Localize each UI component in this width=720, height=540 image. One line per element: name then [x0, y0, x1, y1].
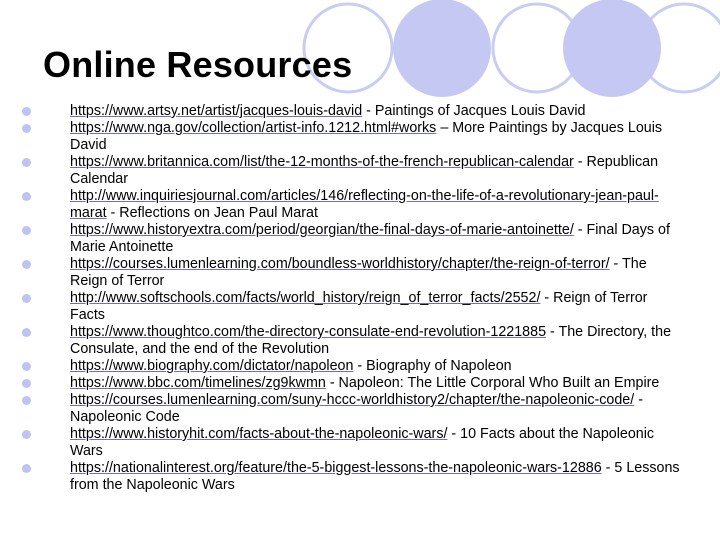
resource-link[interactable]: https://www.thoughtco.com/the-directory-… [70, 324, 546, 340]
resource-link[interactable]: https://www.historyextra.com/period/geor… [70, 222, 574, 238]
resource-link[interactable]: https://www.artsy.net/artist/jacques-lou… [70, 103, 362, 119]
resource-item: https://www.thoughtco.com/the-directory-… [22, 324, 682, 358]
resource-item: https://www.nga.gov/collection/artist-in… [22, 120, 682, 154]
resource-item: http://www.softschools.com/facts/world_h… [22, 290, 682, 324]
resource-link[interactable]: https://www.biography.com/dictator/napol… [70, 358, 353, 374]
resource-item: https://courses.lumenlearning.com/boundl… [22, 256, 682, 290]
resource-link[interactable]: https://courses.lumenlearning.com/boundl… [70, 256, 610, 272]
resource-item: https://nationalinterest.org/feature/the… [22, 460, 682, 494]
slide-title: Online Resources [43, 44, 353, 85]
resource-link[interactable]: https://courses.lumenlearning.com/suny-h… [70, 392, 634, 408]
bullet-icon [22, 294, 31, 303]
resource-item: https://www.historyextra.com/period/geor… [22, 222, 682, 256]
resource-description: - Reflections on Jean Paul Marat [106, 205, 318, 221]
bullet-icon [22, 107, 31, 116]
bullet-icon [22, 124, 31, 133]
bullet-icon [22, 226, 31, 235]
bullet-icon [22, 396, 31, 405]
resource-item: https://www.biography.com/dictator/napol… [22, 358, 682, 375]
decor-disc-2 [563, 0, 661, 97]
resource-item: http://www.inquiriesjournal.com/articles… [22, 188, 682, 222]
resource-item: https://www.historyhit.com/facts-about-t… [22, 426, 682, 460]
resource-link[interactable]: https://nationalinterest.org/feature/the… [70, 460, 602, 476]
resource-link[interactable]: https://www.nga.gov/collection/artist-in… [70, 120, 436, 136]
bullet-icon [22, 260, 31, 269]
decor-disc-1 [393, 0, 491, 97]
resource-item: https://www.britannica.com/list/the-12-m… [22, 154, 682, 188]
bullet-icon [22, 379, 31, 388]
resource-link[interactable]: http://www.softschools.com/facts/world_h… [70, 290, 540, 306]
bullet-icon [22, 192, 31, 201]
bullet-icon [22, 158, 31, 167]
bullet-icon [22, 464, 31, 473]
resource-link[interactable]: https://www.historyhit.com/facts-about-t… [70, 426, 447, 442]
resource-item: https://www.bbc.com/timelines/zg9kwmn - … [22, 375, 682, 392]
resource-item: https://www.artsy.net/artist/jacques-lou… [22, 103, 682, 120]
resource-description: - Biography of Napoleon [353, 358, 512, 374]
bullet-icon [22, 430, 31, 439]
resource-item: https://courses.lumenlearning.com/suny-h… [22, 392, 682, 426]
bullet-icon [22, 328, 31, 337]
resource-link[interactable]: https://www.bbc.com/timelines/zg9kwmn [70, 375, 326, 391]
resource-list: https://www.artsy.net/artist/jacques-lou… [22, 103, 682, 494]
resource-description: - Napoleon: The Little Corporal Who Buil… [325, 375, 660, 391]
resource-description: - Paintings of Jacques Louis David [362, 103, 586, 119]
bullet-icon [22, 362, 31, 371]
resource-link[interactable]: https://www.britannica.com/list/the-12-m… [70, 154, 574, 170]
